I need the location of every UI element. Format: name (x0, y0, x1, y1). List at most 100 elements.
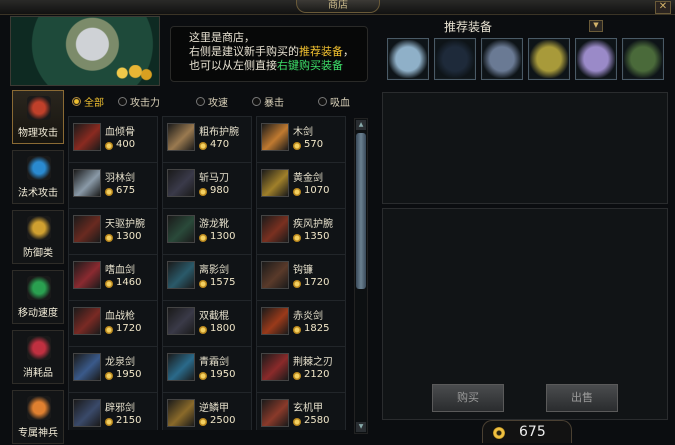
gold-display: 675 (482, 420, 572, 443)
radio-dot-icon[interactable] (72, 97, 81, 106)
item-price: 570 (304, 139, 324, 150)
item-price: 470 (210, 139, 230, 150)
coin-icon (293, 280, 301, 288)
sword-icon (73, 169, 101, 197)
scroll-down-icon[interactable]: ▼ (356, 422, 366, 432)
category-tab[interactable]: 专属神兵 (12, 390, 64, 444)
item-cell[interactable]: 钩镰 1720 (256, 254, 346, 302)
radio-dot-icon[interactable] (118, 97, 127, 106)
filter-radio[interactable]: 吸血 (318, 94, 350, 109)
gold-pile-icon (109, 65, 153, 81)
coin-icon (293, 142, 301, 150)
item-grid: 血倾骨 400 粗布护腕 470 木剑 570 羽林剑 675 斩马刀 980 黄金剑 1070 天驱护… (68, 116, 348, 430)
scroll-up-icon[interactable]: ▲ (356, 120, 366, 130)
coin-icon (105, 280, 113, 288)
item-cell[interactable]: 青霜剑 1950 (162, 346, 252, 394)
item-price: 1300 (210, 231, 236, 242)
category-label: 移动速度 (18, 308, 58, 319)
gauntlet-icon[interactable] (481, 38, 523, 80)
item-name: 木剑 (293, 127, 313, 138)
magic-orb-icon (27, 156, 51, 180)
item-grid-scrollbar[interactable]: ▲ ▼ (354, 118, 368, 434)
item-price: 1950 (210, 369, 236, 380)
item-name: 钩镰 (293, 265, 313, 276)
coin-icon (199, 234, 207, 242)
item-price: 1720 (116, 323, 142, 334)
item-cell[interactable]: 嗜血剑 1460 (68, 254, 158, 302)
coin-icon (293, 326, 301, 334)
buy-button[interactable]: 购买 (432, 384, 504, 412)
item-cell[interactable]: 黄金剑 1070 (256, 162, 346, 210)
item-cell[interactable]: 离影剑 1575 (162, 254, 252, 302)
item-price: 2150 (116, 415, 142, 426)
item-cell[interactable]: 血倾骨 400 (68, 116, 158, 164)
coin-icon (199, 372, 207, 380)
thorn-blade-icon (261, 353, 289, 381)
item-price: 980 (210, 185, 230, 196)
coin-icon (293, 188, 301, 196)
item-name: 逆鳞甲 (199, 403, 229, 414)
close-button[interactable]: ✕ (655, 1, 671, 14)
item-cell[interactable]: 荆棘之刃 2120 (256, 346, 346, 394)
item-name: 玄机甲 (293, 403, 323, 414)
bracer-icon (73, 215, 101, 243)
category-label: 法术攻击 (18, 188, 58, 199)
blood-sword-icon (73, 261, 101, 289)
coin-icon (105, 234, 113, 242)
category-tab[interactable]: 法术攻击 (12, 150, 64, 204)
skull-icon[interactable] (575, 38, 617, 80)
fan-icon[interactable] (387, 38, 429, 80)
shop-hint-box: 这里是商店， 右侧是建议新手购买的推荐装备， 也可以从左侧直接右键购买装备 (170, 26, 368, 82)
bracer-icon (261, 215, 289, 243)
coin-icon (293, 372, 301, 380)
item-cell[interactable]: 双截棍 1800 (162, 300, 252, 348)
item-cell[interactable]: 斩马刀 980 (162, 162, 252, 210)
filter-radio[interactable]: 全部 (72, 94, 104, 109)
sword-icon[interactable] (528, 38, 570, 80)
shield-icon (27, 216, 51, 240)
item-cell[interactable]: 羽林剑 675 (68, 162, 158, 210)
category-tab[interactable]: 物理攻击 (12, 90, 64, 144)
item-cell[interactable]: 游龙靴 1300 (162, 208, 252, 256)
item-name: 游龙靴 (199, 219, 229, 230)
radio-dot-icon[interactable] (318, 97, 327, 106)
category-tab[interactable]: 防御类 (12, 210, 64, 264)
item-cell[interactable]: 辟邪剑 2150 (68, 392, 158, 430)
item-cell[interactable]: 玄机甲 2580 (256, 392, 346, 430)
star-icon (27, 396, 51, 420)
category-tab[interactable]: 消耗品 (12, 330, 64, 384)
sell-button[interactable]: 出售 (546, 384, 618, 412)
item-name: 黄金剑 (293, 173, 323, 184)
item-cell[interactable]: 血战枪 1720 (68, 300, 158, 348)
item-cell[interactable]: 龙泉剑 1950 (68, 346, 158, 394)
boots-icon[interactable] (434, 38, 476, 80)
spear-icon (73, 307, 101, 335)
orb-icon[interactable] (622, 38, 664, 80)
filter-radio[interactable]: 暴击 (252, 94, 284, 109)
recommended-dropdown-icon[interactable]: ▼ (589, 20, 603, 32)
item-description-panel (382, 208, 668, 420)
filter-radio[interactable]: 攻击力 (118, 94, 160, 109)
item-cell[interactable]: 粗布护腕 470 (162, 116, 252, 164)
category-tab[interactable]: 移动速度 (12, 270, 64, 324)
category-label: 消耗品 (23, 368, 53, 379)
item-cell[interactable]: 木剑 570 (256, 116, 346, 164)
armor-icon (167, 399, 195, 427)
coin-icon (105, 418, 113, 426)
coin-icon (293, 234, 301, 242)
coin-icon (105, 188, 113, 196)
item-cell[interactable]: 赤炎剑 1825 (256, 300, 346, 348)
item-name: 羽林剑 (105, 173, 135, 184)
item-cell[interactable]: 疾风护腕 1350 (256, 208, 346, 256)
scrollbar-thumb[interactable] (356, 133, 366, 289)
item-cell[interactable]: 逆鳞甲 2500 (162, 392, 252, 430)
radio-dot-icon[interactable] (252, 97, 261, 106)
coin-icon (199, 418, 207, 426)
bracer-icon (167, 123, 195, 151)
item-name: 天驱护腕 (105, 219, 145, 230)
radio-dot-icon[interactable] (196, 97, 205, 106)
item-name: 离影剑 (199, 265, 229, 276)
item-cell[interactable]: 天驱护腕 1300 (68, 208, 158, 256)
filter-radio[interactable]: 攻速 (196, 94, 228, 109)
wood-sword-icon (261, 123, 289, 151)
